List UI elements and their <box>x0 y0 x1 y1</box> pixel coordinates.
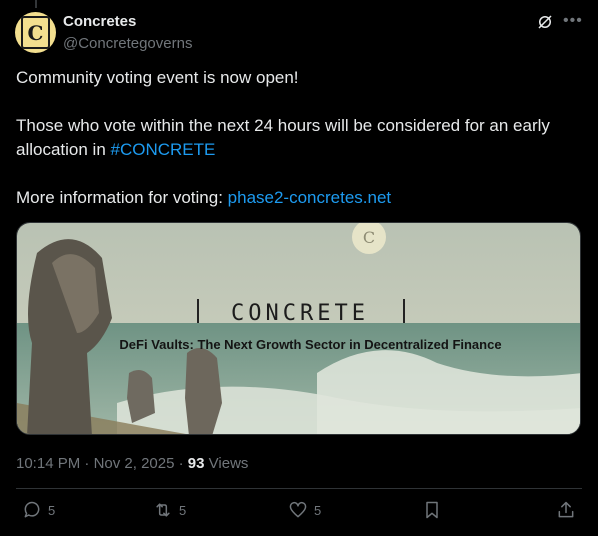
hashtag-link[interactable]: #CONCRETE <box>111 140 216 159</box>
avatar-logo: C <box>21 16 50 49</box>
thread-connector-line <box>35 0 37 8</box>
reply-button[interactable]: 5 <box>22 500 55 520</box>
tweet-meta: 10:14 PM · Nov 2, 2025 · 93 Views <box>16 455 248 472</box>
more-options-icon[interactable]: ••• <box>563 12 583 30</box>
author-handle[interactable]: @Concretegoverns <box>63 35 192 52</box>
share-icon <box>558 501 574 518</box>
tweet-time[interactable]: 10:14 PM <box>16 455 80 472</box>
author-display-name[interactable]: Concretes <box>63 13 136 30</box>
bookmark-icon <box>426 501 438 519</box>
like-button[interactable]: 5 <box>288 500 321 520</box>
reply-count: 5 <box>48 502 56 518</box>
tweet-line-3-text: More information for voting: <box>16 188 228 207</box>
heart-icon <box>289 501 307 518</box>
like-count: 5 <box>314 502 322 518</box>
reply-icon <box>24 501 40 518</box>
media-artwork: C <box>17 223 580 434</box>
retweet-count: 5 <box>179 502 187 518</box>
brand-wordmark: CONCRETE <box>231 300 369 326</box>
moon-logo-letter: C <box>363 228 375 247</box>
bookmark-button[interactable] <box>422 500 442 520</box>
external-link[interactable]: phase2-concretes.net <box>228 188 392 207</box>
avatar[interactable]: C <box>15 12 56 53</box>
views-count: 93 <box>187 455 205 472</box>
meta-separator-2: · <box>178 455 184 472</box>
share-button[interactable] <box>556 500 576 520</box>
retweet-button[interactable]: 5 <box>153 500 186 520</box>
tweet-date[interactable]: Nov 2, 2025 <box>94 455 175 472</box>
meta-separator: · <box>84 455 90 472</box>
brand-bar-right <box>403 299 405 323</box>
retweet-icon <box>156 503 170 517</box>
tweet-line-1: Community voting event is now open! <box>16 68 299 87</box>
views-label: Views <box>208 455 249 472</box>
media-image[interactable]: C CONCRETE DeFi Vaults: The Next Growth … <box>16 222 581 435</box>
action-divider <box>16 488 582 489</box>
tweet-line-2: Those who vote within the next 24 hours … <box>16 114 576 162</box>
tweet-text: Community voting event is now open! Thos… <box>16 66 576 210</box>
tweet-line-2-text: Those who vote within the next 24 hours … <box>16 116 550 159</box>
media-headline: DeFi Vaults: The Next Growth Sector in D… <box>119 337 502 352</box>
tweet-line-3: More information for voting: phase2-conc… <box>16 186 576 210</box>
grok-icon[interactable] <box>536 13 554 31</box>
